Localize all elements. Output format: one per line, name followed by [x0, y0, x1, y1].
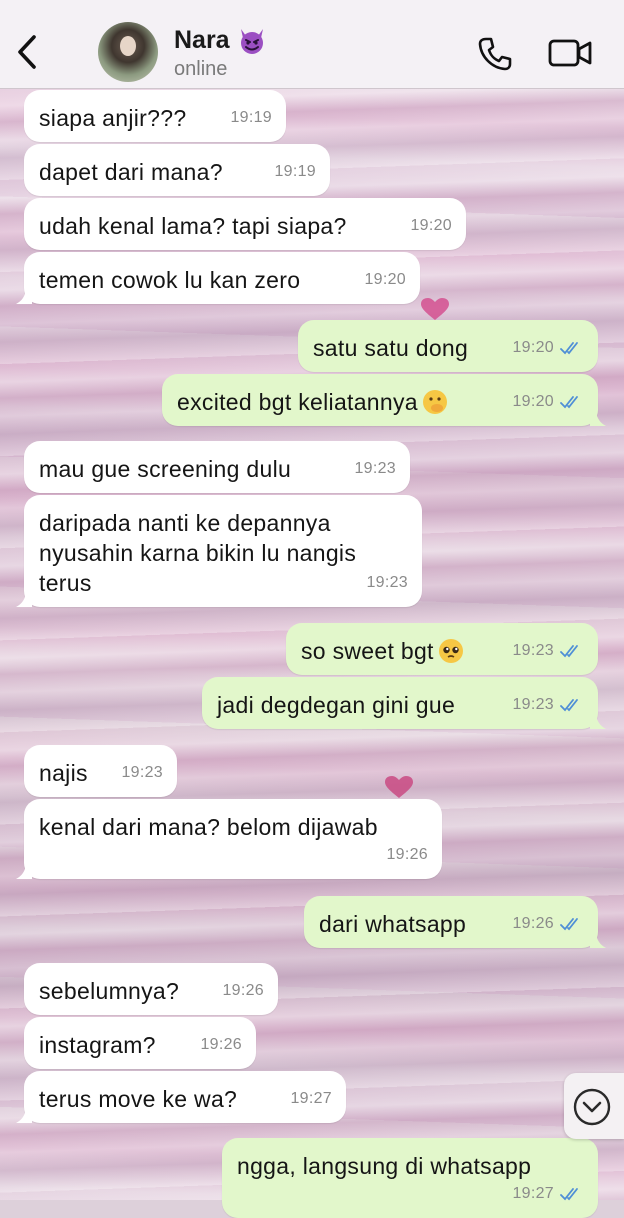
bubble-tail: [16, 865, 32, 879]
message-text: jadi degdegan gini gue: [217, 692, 456, 718]
read-ticks-icon: [560, 342, 578, 355]
smiling-devil-emoji-icon: [240, 28, 263, 54]
message-time: 19:20: [512, 339, 554, 356]
message-meta: 19:23: [121, 758, 163, 788]
face-with-hand-over-mouth-emoji-icon: [422, 390, 447, 414]
contact-name: Nara: [174, 26, 230, 54]
message-text: sebelumnya?: [39, 978, 180, 1004]
incoming-message-bubble[interactable]: sebelumnya? 19:26: [24, 963, 278, 1015]
message-meta: 19:23: [354, 454, 396, 484]
message-meta: 19:19: [274, 157, 316, 187]
message-meta: 19:26: [512, 909, 584, 939]
incoming-message-bubble[interactable]: daripada nanti ke depannya nyusahin karn…: [16, 495, 422, 607]
chevron-down-circle-icon: [573, 1088, 611, 1126]
message-text: instagram?: [39, 1032, 156, 1058]
message-text: daripada nanti ke depannya nyusahin karn…: [39, 510, 357, 596]
chat-header: Nara online: [0, 0, 624, 89]
message-time: 19:23: [512, 696, 554, 713]
message-text: excited bgt keliatannya: [177, 389, 418, 415]
message-text: temen cowok lu kan zero: [39, 267, 301, 293]
contact-name-row[interactable]: Nara: [174, 26, 266, 55]
outgoing-message-bubble[interactable]: so sweet bgt 19:23: [286, 623, 598, 675]
outgoing-message-bubble[interactable]: satu satu dong 19:20: [298, 320, 598, 372]
message-meta: 19:20: [512, 333, 584, 363]
pleading-face-emoji-icon: [438, 639, 463, 663]
outgoing-message-bubble[interactable]: jadi degdegan gini gue 19:23: [202, 677, 606, 729]
bubble-tail: [590, 715, 606, 729]
message-text: terus move ke wa?: [39, 1086, 238, 1112]
message-meta: 19:27: [290, 1084, 332, 1114]
message-meta: 19:27: [512, 1179, 584, 1209]
message-time: 19:23: [512, 642, 554, 659]
message-meta: 19:23: [512, 690, 584, 720]
message-time: 19:26: [222, 982, 264, 999]
read-ticks-icon: [560, 1188, 578, 1201]
message-time: 19:26: [512, 915, 554, 932]
incoming-message-bubble[interactable]: terus move ke wa? 19:27: [16, 1071, 346, 1123]
incoming-message-bubble[interactable]: najis 19:23: [24, 745, 177, 797]
incoming-message-bubble[interactable]: kenal dari mana? belom dijawab 19:26: [16, 799, 442, 879]
message-meta: 19:26: [200, 1030, 242, 1060]
message-meta: 19:23: [366, 568, 408, 598]
message-text: dapet dari mana?: [39, 159, 223, 185]
chevron-left-icon[interactable]: [14, 34, 40, 70]
message-meta: 19:26: [222, 976, 264, 1006]
video-camera-icon[interactable]: [548, 38, 592, 68]
message-time: 19:26: [386, 846, 428, 863]
message-text: ngga, langsung di whatsapp: [237, 1153, 532, 1179]
outgoing-message-bubble[interactable]: dari whatsapp 19:26: [304, 896, 606, 948]
scroll-to-bottom-button[interactable]: [564, 1073, 624, 1139]
bubble-tail: [16, 1109, 32, 1123]
message-text: mau gue screening dulu: [39, 456, 292, 482]
message-time: 19:26: [200, 1036, 242, 1053]
message-meta: 19:20: [410, 211, 452, 241]
message-time: 19:20: [364, 271, 406, 288]
message-text: so sweet bgt: [301, 638, 434, 664]
message-time: 19:20: [512, 393, 554, 410]
message-text: satu satu dong: [313, 335, 469, 361]
incoming-message-bubble[interactable]: dapet dari mana? 19:19: [24, 144, 330, 196]
message-meta: 19:23: [512, 636, 584, 666]
read-ticks-icon: [560, 396, 578, 409]
bubble-tail: [16, 593, 32, 607]
message-time: 19:23: [354, 460, 396, 477]
incoming-message-bubble[interactable]: siapa anjir??? 19:19: [24, 90, 286, 142]
phone-icon[interactable]: [477, 36, 513, 72]
avatar[interactable]: [98, 22, 158, 82]
incoming-message-bubble[interactable]: mau gue screening dulu 19:23: [24, 441, 410, 493]
message-text: dari whatsapp: [319, 911, 467, 937]
message-time: 19:23: [366, 574, 408, 591]
message-meta: 19:26: [386, 840, 428, 870]
incoming-message-bubble[interactable]: temen cowok lu kan zero 19:20: [16, 252, 420, 304]
incoming-message-bubble[interactable]: udah kenal lama? tapi siapa? 19:20: [24, 198, 466, 250]
incoming-message-bubble[interactable]: instagram? 19:26: [24, 1017, 256, 1069]
message-time: 19:27: [290, 1090, 332, 1107]
message-time: 19:27: [512, 1185, 554, 1202]
read-ticks-icon: [560, 699, 578, 712]
contact-status: online: [174, 58, 228, 80]
message-time: 19:23: [121, 764, 163, 781]
message-meta: 19:19: [230, 103, 272, 133]
message-meta: 19:20: [364, 265, 406, 295]
message-time: 19:19: [230, 109, 272, 126]
message-text: siapa anjir???: [39, 105, 187, 131]
outgoing-message-bubble[interactable]: ngga, langsung di whatsapp 19:27: [222, 1138, 598, 1218]
message-text: kenal dari mana? belom dijawab: [39, 814, 378, 840]
message-text: udah kenal lama? tapi siapa?: [39, 213, 347, 239]
bubble-tail: [16, 290, 32, 304]
bubble-tail: [590, 412, 606, 426]
message-meta: 19:20: [512, 387, 584, 417]
message-text: najis: [39, 760, 88, 786]
bubble-tail: [590, 934, 606, 948]
message-time: 19:20: [410, 217, 452, 234]
read-ticks-icon: [560, 918, 578, 931]
outgoing-message-bubble[interactable]: excited bgt keliatannya 19:20: [162, 374, 606, 426]
read-ticks-icon: [560, 645, 578, 658]
message-time: 19:19: [274, 163, 316, 180]
